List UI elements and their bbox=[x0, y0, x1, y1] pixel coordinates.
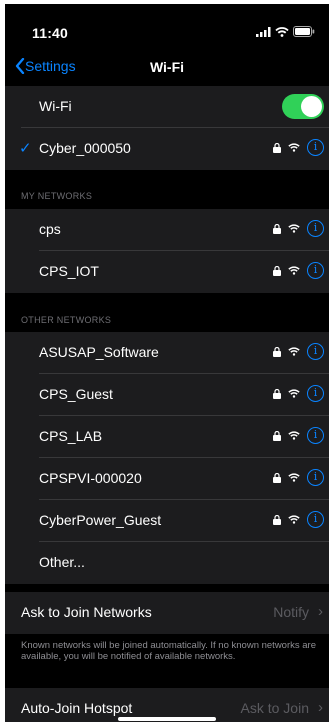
chevron-right-icon: › bbox=[318, 699, 323, 716]
ask-to-join-section: Ask to Join Networks Notify › bbox=[5, 592, 329, 634]
network-name: CPS_IOT bbox=[39, 263, 99, 279]
lock-icon bbox=[273, 346, 281, 357]
wifi-toggle[interactable] bbox=[282, 94, 324, 119]
auto-join-label: Auto-Join Hotspot bbox=[21, 700, 133, 716]
wifi-strength-icon bbox=[288, 347, 300, 356]
lock-icon bbox=[273, 223, 281, 234]
network-row[interactable]: CPS_LAB i bbox=[5, 416, 329, 458]
network-name: CPS_Guest bbox=[39, 386, 113, 402]
info-icon[interactable]: i bbox=[307, 343, 324, 360]
network-name: ASUSAP_Software bbox=[39, 344, 159, 360]
lock-icon bbox=[273, 142, 281, 153]
network-name: CPSPVI-000020 bbox=[39, 470, 142, 486]
network-name: CPS_LAB bbox=[39, 428, 103, 444]
lock-icon bbox=[273, 514, 281, 525]
wifi-strength-icon bbox=[288, 473, 300, 482]
connected-network-name: Cyber_000050 bbox=[39, 140, 131, 156]
lock-icon bbox=[273, 472, 281, 483]
network-name: CyberPower_Guest bbox=[39, 512, 162, 528]
network-accessories: i bbox=[273, 511, 324, 528]
network-accessories: i bbox=[273, 139, 324, 156]
network-accessories: i bbox=[273, 385, 324, 402]
ask-to-join-footnote: Known networks will be joined automatica… bbox=[21, 640, 316, 662]
info-icon[interactable]: i bbox=[307, 469, 324, 486]
ask-to-join-row[interactable]: Ask to Join Networks Notify › bbox=[5, 592, 329, 634]
network-accessories: i bbox=[273, 469, 324, 486]
network-row[interactable]: CPSPVI-000020 i bbox=[5, 458, 329, 500]
wifi-strength-icon bbox=[288, 266, 300, 275]
network-row[interactable]: CyberPower_Guest i bbox=[5, 500, 329, 542]
auto-join-value: Ask to Join bbox=[240, 700, 309, 716]
network-accessories: i bbox=[273, 427, 324, 444]
other-network-label: Other... bbox=[39, 554, 85, 570]
info-icon[interactable]: i bbox=[307, 139, 324, 156]
status-bar: 11:40 bbox=[5, 4, 329, 54]
lock-icon bbox=[273, 388, 281, 399]
status-icons bbox=[256, 26, 315, 37]
status-time: 11:40 bbox=[32, 25, 69, 41]
network-accessories: i bbox=[273, 343, 324, 360]
wifi-strength-icon bbox=[288, 389, 300, 398]
info-icon[interactable]: i bbox=[307, 385, 324, 402]
network-row[interactable]: cps i bbox=[5, 209, 329, 251]
wifi-section: Wi-Fi ✓ Cyber_000050 i bbox=[5, 86, 329, 170]
home-indicator[interactable] bbox=[118, 717, 216, 721]
navigation-bar: Settings Wi-Fi bbox=[5, 54, 329, 86]
network-accessories: i bbox=[273, 262, 324, 279]
lock-icon bbox=[273, 430, 281, 441]
ask-to-join-value: Notify bbox=[273, 604, 309, 620]
other-network-row[interactable]: Other... bbox=[5, 542, 329, 584]
page-title: Wi-Fi bbox=[149, 59, 185, 75]
wifi-strength-icon bbox=[288, 143, 300, 152]
battery-icon bbox=[293, 26, 315, 37]
toggle-knob bbox=[301, 96, 322, 117]
other-networks-header: OTHER NETWORKS bbox=[21, 315, 112, 325]
lock-icon bbox=[273, 265, 281, 276]
checkmark-icon: ✓ bbox=[19, 140, 32, 157]
network-row[interactable]: CPS_Guest i bbox=[5, 374, 329, 416]
phone-screen: 11:40 Settings Wi-Fi Wi-Fi ✓ Cyber_00005… bbox=[5, 4, 329, 722]
network-accessories: i bbox=[273, 220, 324, 237]
connected-network-row[interactable]: ✓ Cyber_000050 i bbox=[5, 128, 329, 170]
wifi-signal-icon bbox=[275, 26, 289, 37]
chevron-right-icon: › bbox=[318, 603, 323, 620]
my-networks-section: cps i CPS_IOT i bbox=[5, 209, 329, 293]
info-icon[interactable]: i bbox=[307, 262, 324, 279]
cellular-signal-icon bbox=[256, 26, 271, 37]
info-icon[interactable]: i bbox=[307, 427, 324, 444]
network-row[interactable]: ASUSAP_Software i bbox=[5, 332, 329, 374]
network-name: cps bbox=[39, 221, 61, 237]
wifi-strength-icon bbox=[288, 515, 300, 524]
my-networks-header: MY NETWORKS bbox=[21, 191, 93, 201]
ask-to-join-label: Ask to Join Networks bbox=[21, 604, 152, 620]
network-row[interactable]: CPS_IOT i bbox=[5, 251, 329, 293]
wifi-toggle-row: Wi-Fi bbox=[5, 86, 329, 128]
wifi-strength-icon bbox=[288, 431, 300, 440]
other-networks-section: ASUSAP_Software i CPS_Guest i CPS_LAB i bbox=[5, 332, 329, 584]
info-icon[interactable]: i bbox=[307, 511, 324, 528]
wifi-label: Wi-Fi bbox=[39, 98, 72, 114]
info-icon[interactable]: i bbox=[307, 220, 324, 237]
wifi-strength-icon bbox=[288, 224, 300, 233]
